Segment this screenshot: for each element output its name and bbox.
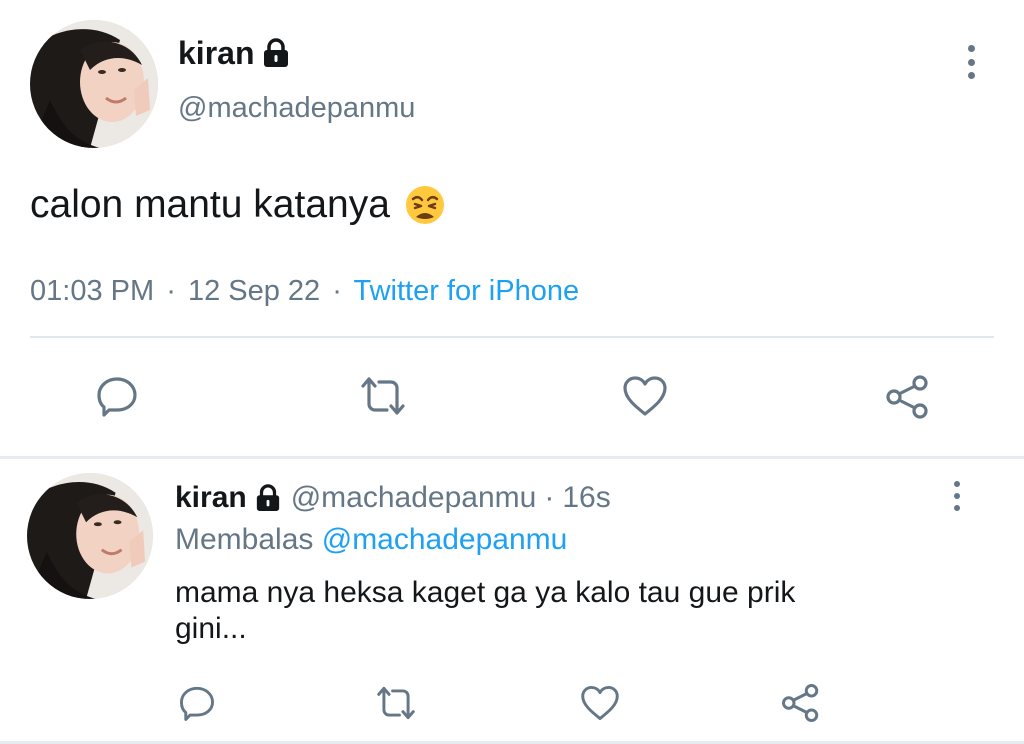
reply-text-line: gini... [175,612,247,645]
reply-header: kiran @machadepanmu · 16s [175,478,611,518]
retweet-button[interactable] [356,372,410,420]
share-icon [782,684,819,722]
retweet-icon [377,686,415,720]
profile-photo [27,473,153,599]
share-button[interactable] [883,372,933,422]
like-icon [581,685,619,721]
like-button[interactable] [578,683,622,723]
reply-button[interactable] [176,683,218,723]
reply-button[interactable] [93,372,141,420]
section-separator [0,456,1024,459]
tweet-text-content: calon mantu katanya [30,183,390,226]
replying-to-handle-link[interactable]: @machadepanmu [322,523,568,556]
reply-icon [97,377,137,417]
author-display-name[interactable]: kiran [178,33,290,73]
reply-text: mama nya heksa kaget ga ya kalo tau gue … [175,575,795,647]
more-vertical-icon[interactable] [952,481,962,511]
tweet-text: calon mantu katanya [30,182,446,228]
profile-photo [30,20,158,148]
more-vertical-icon[interactable] [966,45,976,79]
tweet-date: 12 Sep 22 [187,275,321,307]
lock-icon [256,484,279,511]
reply-handle[interactable]: @machadepanmu [291,478,537,518]
weary-face-emoji [405,186,444,224]
like-button[interactable] [620,372,670,420]
meta-separator: · [166,275,176,307]
tweet-metadata: 01:03 PM · 12 Sep 22 · Twitter for iPhon… [30,272,579,310]
author-handle[interactable]: @machadepanmu [178,90,415,126]
reply-author-avatar[interactable] [27,473,153,599]
tweet-time: 01:03 PM [30,275,155,307]
divider [30,336,994,338]
reply-display-name[interactable]: kiran [175,478,247,518]
share-button[interactable] [779,681,823,725]
display-name-text: kiran [178,35,255,71]
meta-separator: · [332,275,342,307]
reply-timestamp: 16s [562,481,611,514]
retweet-icon [361,377,405,415]
replying-label: Membalas [175,523,314,556]
share-icon [886,375,928,419]
author-avatar[interactable] [30,20,158,148]
lock-icon [264,38,289,67]
like-icon [623,376,667,416]
replying-to: Membalas @machadepanmu [175,520,567,560]
reply-text-line: mama nya heksa kaget ga ya kalo tau gue … [175,576,796,609]
tweet-source-link[interactable]: Twitter for iPhone [353,275,579,307]
meta-separator: · [544,481,555,514]
reply-icon [179,686,215,721]
retweet-button[interactable] [372,683,420,723]
